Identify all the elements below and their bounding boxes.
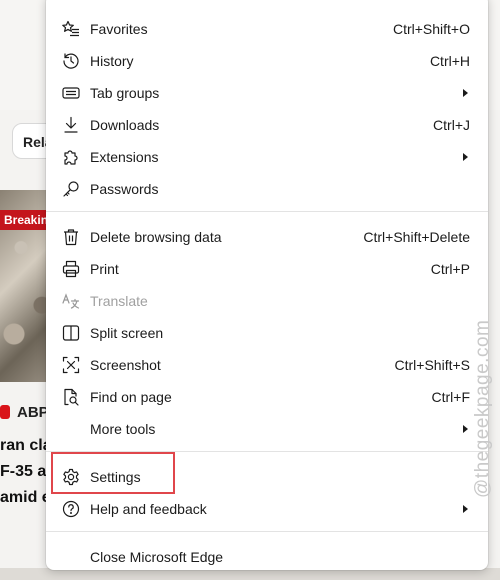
star-list-icon <box>62 20 80 38</box>
menu-item-label: Split screen <box>90 325 164 341</box>
menu-item-find-on-page[interactable]: Find on page Ctrl+F <box>46 381 488 413</box>
menu-item-favorites[interactable]: Favorites Ctrl+Shift+O <box>46 13 488 45</box>
download-icon <box>62 116 80 134</box>
menu-divider <box>46 211 488 212</box>
menu-item-shortcut: Ctrl+Shift+Delete <box>363 229 470 245</box>
split-screen-icon <box>62 324 80 342</box>
menu-item-label: Print <box>90 261 119 277</box>
menu-item-label: Find on page <box>90 389 172 405</box>
menu-item-history[interactable]: History Ctrl+H <box>46 45 488 77</box>
translate-icon <box>62 292 80 310</box>
source-logo <box>0 405 10 419</box>
history-icon <box>62 52 80 70</box>
submenu-arrow-icon <box>463 425 468 433</box>
menu-item-label: Close Microsoft Edge <box>90 549 224 565</box>
menu-item-label: Downloads <box>90 117 160 133</box>
menu-item-extensions[interactable]: Extensions <box>46 141 488 173</box>
menu-item-label: Screenshot <box>90 357 161 373</box>
menu-item-passwords[interactable]: Passwords <box>46 173 488 205</box>
submenu-arrow-icon <box>463 153 468 161</box>
menu-item-translate: Translate <box>46 285 488 317</box>
menu-item-label: Tab groups <box>90 85 160 101</box>
menu-item-help-and-feedback[interactable]: Help and feedback <box>46 493 488 525</box>
settings-highlight-box <box>51 452 175 494</box>
menu-item-print[interactable]: Print Ctrl+P <box>46 253 488 285</box>
news-source-name: ABP <box>17 404 49 421</box>
menu-item-label: Delete browsing data <box>90 229 222 245</box>
menu-item-tab-groups[interactable]: Tab groups <box>46 77 488 109</box>
submenu-arrow-icon <box>463 505 468 513</box>
trash-icon <box>62 228 80 246</box>
menu-item-delete-browsing-data[interactable]: Delete browsing data Ctrl+Shift+Delete <box>46 221 488 253</box>
menu-item-screenshot[interactable]: Screenshot Ctrl+Shift+S <box>46 349 488 381</box>
menu-item-shortcut: Ctrl+H <box>429 53 470 69</box>
menu-item-label: History <box>90 53 134 69</box>
menu-item-downloads[interactable]: Downloads Ctrl+J <box>46 109 488 141</box>
menu-item-label: Extensions <box>90 149 159 165</box>
menu-item-label: More tools <box>90 421 156 437</box>
menu-item-shortcut: Ctrl+P <box>430 261 470 277</box>
puzzle-icon <box>62 148 80 166</box>
menu-item-shortcut: Ctrl+Shift+O <box>392 21 470 37</box>
menu-item-label: Passwords <box>90 181 159 197</box>
menu-item-shortcut: Ctrl+F <box>431 389 471 405</box>
menu-item-shortcut: Ctrl+J <box>433 117 470 133</box>
find-on-page-icon <box>62 388 80 406</box>
tab-groups-icon <box>62 84 80 102</box>
screenshot-icon <box>62 356 80 374</box>
menu-divider <box>46 531 488 532</box>
printer-icon <box>62 260 80 278</box>
menu-item-split-screen[interactable]: Split screen <box>46 317 488 349</box>
submenu-arrow-icon <box>463 89 468 97</box>
key-icon <box>62 180 80 198</box>
menu-item-shortcut: Ctrl+Shift+S <box>394 357 470 373</box>
menu-item-label: Favorites <box>90 21 148 37</box>
menu-item-label: Help and feedback <box>90 501 207 517</box>
menu-item-close-microsoft-edge[interactable]: Close Microsoft Edge <box>46 541 488 573</box>
watermark-text: @thegeekpage.com <box>472 319 493 498</box>
help-icon <box>62 500 80 518</box>
menu-item-more-tools[interactable]: More tools <box>46 413 488 445</box>
menu-item-label: Translate <box>90 293 148 309</box>
